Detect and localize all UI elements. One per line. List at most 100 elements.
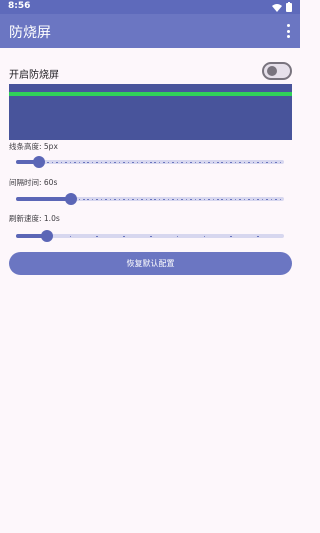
slider-tick <box>127 198 130 200</box>
slider-tick <box>199 198 201 200</box>
slider-tick <box>230 198 232 200</box>
slider-tick <box>279 161 282 163</box>
slider-tick <box>114 161 116 163</box>
slider-tick <box>203 161 206 163</box>
slider-tick <box>239 198 241 200</box>
slider-tick <box>208 198 210 200</box>
enable-burnin-switch[interactable] <box>262 62 292 80</box>
slider-tick <box>194 161 197 163</box>
slider-tick <box>145 161 148 163</box>
slider-tick <box>141 198 143 200</box>
slider-tick <box>78 198 81 200</box>
slider-tick <box>83 161 85 163</box>
slider-tick <box>69 161 72 163</box>
wifi-icon <box>272 3 282 12</box>
preview-line <box>9 92 292 96</box>
line-height-label: 线条高度: 5px <box>9 142 58 151</box>
slider-tick <box>190 198 192 200</box>
slider-tick <box>132 161 134 163</box>
slider-tick <box>87 161 89 163</box>
slider-tick <box>47 198 49 200</box>
slider-tick <box>181 198 183 200</box>
slider-tick <box>261 161 264 163</box>
interval-time-label: 间隔时间: 60s <box>9 178 58 187</box>
slider-tick <box>136 198 139 200</box>
slider-tick <box>127 161 130 163</box>
slider-tick <box>96 198 98 200</box>
slider-tick <box>38 198 40 200</box>
slider-tick <box>266 161 268 163</box>
status-time: 8:56 <box>8 1 31 11</box>
slider-tick <box>279 198 282 200</box>
line-height-slider[interactable] <box>16 154 284 170</box>
slider-tick <box>270 161 273 163</box>
app-bar: 防烧屏 <box>0 14 300 48</box>
slider-tick <box>114 198 116 200</box>
slider-tick <box>221 161 223 163</box>
slider-tick <box>261 198 264 200</box>
slider-tick <box>248 161 250 163</box>
battery-icon <box>286 2 292 12</box>
burnin-preview <box>9 84 292 140</box>
slider-tick <box>212 198 215 200</box>
slider-tick <box>257 198 259 200</box>
slider-tick <box>65 161 67 163</box>
slider-tick <box>123 235 125 237</box>
enable-burnin-label: 开启防烧屏 <box>9 70 59 81</box>
slider-tick <box>150 235 152 237</box>
interval-time-slider[interactable] <box>16 191 284 207</box>
slider-tick <box>230 235 232 237</box>
slider-tick <box>163 161 165 163</box>
slider-tick <box>96 235 98 237</box>
slider-tick <box>20 198 22 200</box>
slider-tick <box>136 161 139 163</box>
slider-tick <box>248 198 250 200</box>
slider-tick <box>217 198 219 200</box>
slider-tick <box>275 198 277 200</box>
slider-tick <box>203 235 206 237</box>
more-vertical-icon[interactable] <box>285 24 291 38</box>
slider-thumb[interactable] <box>32 156 45 168</box>
reset-defaults-button[interactable]: 恢复默认配置 <box>9 252 292 275</box>
slider-tick <box>275 161 277 163</box>
slider-tick <box>74 161 76 163</box>
refresh-speed-slider[interactable] <box>16 228 284 244</box>
slider-tick <box>132 198 134 200</box>
slider-thumb[interactable] <box>40 230 53 242</box>
slider-tick <box>230 161 232 163</box>
slider-tick <box>83 198 85 200</box>
slider-tick <box>239 161 241 163</box>
slider-tick <box>96 161 98 163</box>
slider-tick <box>47 161 49 163</box>
enable-burnin-row[interactable]: 开启防烧屏 <box>9 61 292 83</box>
slider-tick <box>69 235 72 237</box>
status-bar: 8:56 <box>0 0 300 14</box>
slider-tick <box>266 198 268 200</box>
slider-tick <box>105 198 107 200</box>
slider-tick <box>270 198 273 200</box>
slider-tick <box>203 198 206 200</box>
slider-tick <box>181 161 183 163</box>
slider-tick <box>190 161 192 163</box>
slider-tick <box>56 161 58 163</box>
switch-thumb <box>267 66 277 76</box>
refresh-speed-label: 刷新速度: 1.0s <box>9 214 60 223</box>
slider-tick <box>141 161 143 163</box>
slider-tick <box>194 198 197 200</box>
slider-tick <box>221 198 223 200</box>
slider-tick <box>163 198 165 200</box>
slider-tick <box>257 235 259 237</box>
slider-tick <box>145 198 148 200</box>
slider-tick <box>78 161 81 163</box>
slider-thumb[interactable] <box>64 193 77 205</box>
status-icons <box>272 2 292 12</box>
slider-tick <box>172 161 174 163</box>
slider-tick <box>257 161 259 163</box>
slider-tick <box>29 198 31 200</box>
slider-tick <box>60 198 63 200</box>
slider-tick <box>199 161 201 163</box>
slider-tick <box>29 161 31 163</box>
slider-tick <box>20 161 22 163</box>
slider-tick <box>172 198 174 200</box>
slider-tick <box>105 161 107 163</box>
